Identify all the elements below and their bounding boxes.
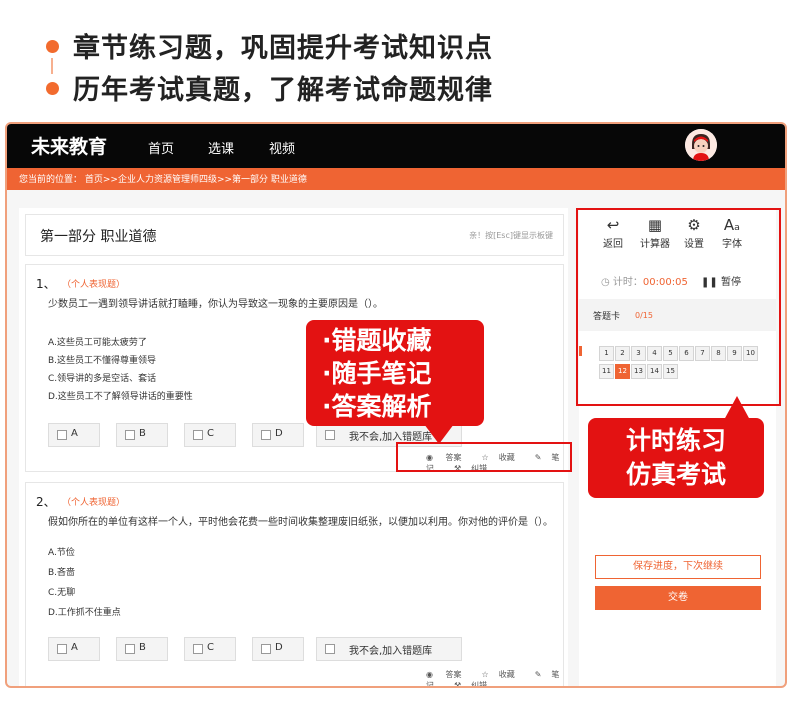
- nav-item-home[interactable]: 首页: [148, 138, 174, 157]
- answer-choice-a[interactable]: A: [48, 423, 100, 447]
- bullet-dot-icon: [46, 82, 59, 95]
- save-progress-button[interactable]: 保存进度，下次继续: [595, 555, 761, 579]
- answer-choice-b[interactable]: B: [116, 637, 168, 661]
- question-type: （个人表现题）: [62, 498, 126, 508]
- page-title: 第一部分 职业道德: [40, 229, 157, 245]
- checkbox[interactable]: [261, 430, 271, 440]
- top-navbar: 未来教育 首页 选课 视频: [7, 124, 785, 168]
- star-icon: ☆: [481, 670, 489, 679]
- avatar-icon: [685, 129, 717, 161]
- checkbox[interactable]: [125, 430, 135, 440]
- features-callout: ·错题收藏 ·随手笔记 ·答案解析: [306, 320, 484, 426]
- add-to-wrong-bank-button[interactable]: 我不会,加入错题库: [316, 637, 462, 661]
- option-text: A.节俭: [48, 548, 75, 558]
- option-text: D.工作抓不住重点: [48, 608, 121, 618]
- checkbox[interactable]: [261, 644, 271, 654]
- checkbox[interactable]: [325, 644, 335, 654]
- checkbox[interactable]: [57, 644, 67, 654]
- submit-exam-button[interactable]: 交卷: [595, 586, 761, 610]
- checkbox[interactable]: [193, 430, 203, 440]
- question-text: 少数员工一遇到领导讲话就打瞌睡，你认为导致这一现象的主要原因是（）。: [48, 299, 383, 310]
- nav-item-videos[interactable]: 视频: [269, 138, 295, 157]
- wrench-icon: ⚒: [454, 681, 462, 688]
- toolbar-highlight-box: [396, 442, 572, 472]
- answer-choice-d[interactable]: D: [252, 423, 304, 447]
- answer-choice-a[interactable]: A: [48, 637, 100, 661]
- checkbox[interactable]: [57, 430, 67, 440]
- answer-choice-c[interactable]: C: [184, 637, 236, 661]
- answer-choice-d[interactable]: D: [252, 637, 304, 661]
- keyboard-hint: 亲！按[Esc]键显示板键: [469, 231, 553, 240]
- favorite-tool[interactable]: ☆ 收藏: [482, 670, 525, 679]
- bullet-dot-icon: [46, 40, 59, 53]
- option-text: C.无聊: [48, 588, 76, 598]
- answer-choice-b[interactable]: B: [116, 423, 168, 447]
- question-text: 假如你所在的单位有这样一个人，平时他会花费一些时间收集整理废旧纸张，以便加以利用…: [48, 517, 553, 528]
- callout-pointer-icon: [724, 396, 750, 420]
- user-avatar[interactable]: [685, 129, 717, 161]
- answer-choice-c[interactable]: C: [184, 423, 236, 447]
- nav-item-courses[interactable]: 选课: [208, 138, 234, 157]
- option-text: B.这些员工不懂得尊重领导: [48, 356, 157, 366]
- option-text: A.这些员工可能太疲劳了: [48, 338, 147, 348]
- panel-highlight-box: [576, 208, 781, 406]
- breadcrumb: 您当前的位置： 首页>>企业人力资源管理师四级>>第一部分 职业道德: [7, 168, 785, 190]
- section-title-bar: 第一部分 职业道德 亲！按[Esc]键显示板键: [25, 214, 564, 256]
- edit-icon: ✎: [534, 670, 542, 679]
- checkbox[interactable]: [325, 430, 335, 440]
- checkbox[interactable]: [125, 644, 135, 654]
- question-number: 1、: [36, 277, 56, 291]
- promo-line-1: 章节练习题，巩固提升考试知识点: [46, 26, 493, 65]
- answer-tool[interactable]: ◉ 答案: [426, 670, 472, 679]
- eye-icon: ◉: [426, 670, 433, 679]
- timer-practice-callout: 计时练习 仿真考试: [588, 418, 764, 498]
- question-type: （个人表现题）: [62, 280, 126, 290]
- callout-pointer-icon: [424, 424, 454, 444]
- option-text: B.吝啬: [48, 568, 76, 578]
- question-card: 2、 （个人表现题） 假如你所在的单位有这样一个人，平时他会花费一些时间收集整理…: [25, 482, 564, 688]
- promo-line-2: 历年考试真题，了解考试命题规律: [46, 68, 493, 107]
- option-text: C.领导讲的多是空话、套话: [48, 374, 157, 384]
- checkbox[interactable]: [193, 644, 203, 654]
- question-number: 2、: [36, 495, 56, 509]
- question-toolbar: ◉ 答案 ☆ 收藏 ✎ 笔记 ⚒ 纠错: [426, 669, 563, 688]
- option-text: D.这些员工不了解领导讲话的重要性: [48, 392, 193, 402]
- report-error-tool[interactable]: ⚒ 纠错: [454, 681, 497, 688]
- brand-logo[interactable]: 未来教育: [31, 132, 107, 159]
